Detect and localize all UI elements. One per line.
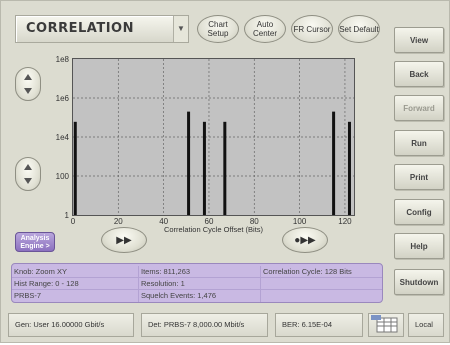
histogram-bar [332, 111, 336, 215]
squelch-info: Squelch Events: 1,476 [139, 290, 261, 302]
x-tick-label: 20 [114, 217, 123, 226]
knob-info: Knob: Zoom XY [12, 266, 139, 278]
y-tick-label: 1e4 [56, 133, 70, 142]
x-tick-label: 100 [293, 217, 307, 226]
items-info: Items: 811,263 [139, 266, 261, 278]
histogram-bar [202, 121, 206, 215]
info-panel: Knob: Zoom XY Hist Range: 0 - 128 PRBS-7… [11, 263, 383, 303]
hist-range-info: Hist Range: 0 - 128 [12, 278, 139, 290]
x-zoom-knob-button[interactable]: ▶▶ [101, 227, 147, 253]
y-tick-label: 100 [56, 172, 70, 181]
histogram-bar [223, 121, 227, 215]
x-offset-knob-button[interactable]: ●▶▶ [282, 227, 328, 253]
table-view-button[interactable] [368, 313, 404, 337]
y-tick-label: 1e8 [56, 55, 70, 64]
info-blank-1 [261, 278, 382, 290]
y-tick-label: 1 [65, 211, 70, 220]
prbs-info: PRBS-7 [12, 290, 139, 302]
detector-status: Det: PRBS-7 8,000.00 Mbit/s [141, 313, 268, 337]
analysis-engine-button[interactable]: Analysis Engine > [15, 232, 55, 252]
histogram-bar [187, 111, 191, 215]
x-axis-label: Correlation Cycle Offset (Bits) [164, 225, 264, 234]
correlation-window: CORRELATION ▼ Chart Setup Auto Center FR… [0, 0, 450, 343]
correlation-cycle-info: Correlation Cycle: 128 Bits [261, 266, 382, 278]
table-icon [371, 315, 398, 333]
histogram-bar [73, 121, 77, 215]
mode-status: Local [408, 313, 444, 337]
resolution-info: Resolution: 1 [139, 278, 261, 290]
status-bar: Gen: User 16.00000 Gbit/s Det: PRBS-7 8,… [4, 311, 447, 339]
x-tick-label: 0 [71, 217, 76, 226]
histogram-bar [347, 121, 351, 215]
ber-status: BER: 6.15E-04 [275, 313, 363, 337]
y-tick-label: 1e6 [56, 94, 70, 103]
x-tick-label: 120 [338, 217, 352, 226]
generator-status: Gen: User 16.00000 Gbit/s [8, 313, 134, 337]
